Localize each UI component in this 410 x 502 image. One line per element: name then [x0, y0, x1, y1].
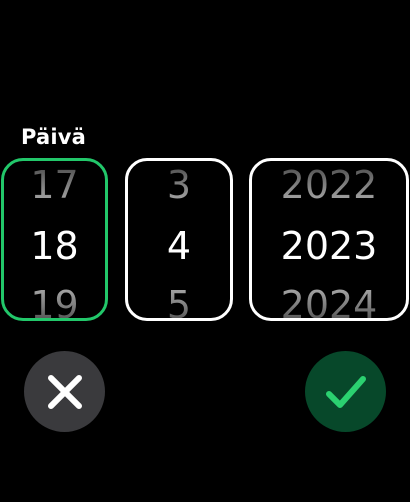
- year-selected-value[interactable]: 2023: [252, 223, 406, 269]
- year-next-value[interactable]: 2024: [252, 282, 406, 318]
- day-wheel[interactable]: 17 18 19: [1, 158, 108, 321]
- confirm-button[interactable]: [305, 351, 386, 432]
- day-previous-value[interactable]: 17: [4, 162, 105, 208]
- month-selected-value[interactable]: 4: [128, 223, 230, 269]
- year-previous-value[interactable]: 2022: [252, 162, 406, 208]
- month-wheel[interactable]: 3 4 5: [125, 158, 233, 321]
- cancel-button[interactable]: [24, 351, 105, 432]
- close-icon: [47, 374, 82, 409]
- field-label: Päivä: [21, 125, 87, 149]
- month-next-value[interactable]: 5: [128, 282, 230, 318]
- day-selected-value[interactable]: 18: [4, 223, 105, 269]
- day-next-value[interactable]: 19: [4, 282, 105, 318]
- month-previous-value[interactable]: 3: [128, 162, 230, 208]
- checkmark-icon: [325, 375, 366, 408]
- year-wheel[interactable]: 2022 2023 2024: [249, 158, 409, 321]
